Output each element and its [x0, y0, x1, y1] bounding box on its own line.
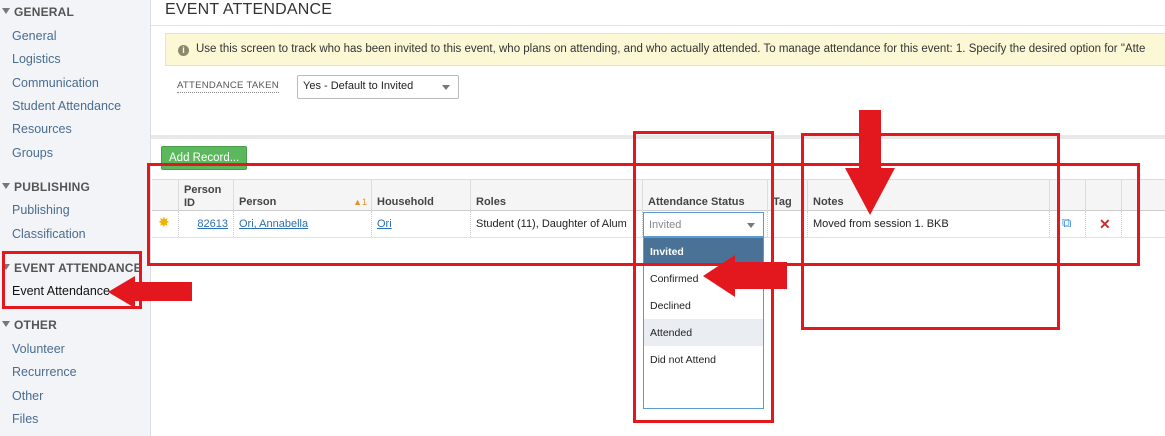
sidebar-item-general[interactable]: General [12, 29, 56, 43]
sidebar-item-logistics[interactable]: Logistics [12, 52, 61, 66]
attendance-taken-value: Yes - Default to Invited [303, 80, 414, 92]
info-text: Use this screen to track who has been in… [196, 43, 1146, 55]
sidebar-item-communication[interactable]: Communication [12, 76, 99, 90]
sidebar-item-classification[interactable]: Classification [12, 227, 86, 241]
sidebar-item-volunteer[interactable]: Volunteer [12, 342, 65, 356]
annotation-box-sidebar [2, 251, 142, 309]
collapse-triangle-icon [2, 321, 10, 327]
info-icon: i [178, 45, 189, 56]
sidebar-item-student-attendance[interactable]: Student Attendance [12, 99, 121, 113]
sidebar-item-other[interactable]: Other [12, 389, 43, 403]
attendance-taken-label: ATTENDANCE TAKEN [177, 80, 279, 93]
chevron-down-icon [442, 85, 450, 90]
section-publishing-header[interactable]: PUBLISHING [2, 180, 90, 194]
page-title: EVENT ATTENDANCE [165, 1, 333, 18]
sidebar-item-files[interactable]: Files [12, 412, 38, 426]
attendance-taken-select[interactable]: Yes - Default to Invited [297, 75, 459, 99]
sidebar-item-recurrence[interactable]: Recurrence [12, 365, 77, 379]
sidebar-item-publishing[interactable]: Publishing [12, 203, 70, 217]
sidebar-item-resources[interactable]: Resources [12, 122, 72, 136]
collapse-triangle-icon [2, 183, 10, 189]
section-general-header[interactable]: GENERAL [2, 5, 74, 19]
section-other-header[interactable]: OTHER [2, 318, 57, 332]
collapse-triangle-icon [2, 8, 10, 14]
title-divider [151, 25, 1165, 26]
sidebar: GENERAL General Logistics Communication … [0, 0, 151, 436]
annotation-box-status [633, 131, 774, 423]
sidebar-item-groups[interactable]: Groups [12, 146, 53, 160]
annotation-box-notes [801, 133, 1060, 330]
info-banner: i Use this screen to track who has been i… [165, 33, 1165, 66]
